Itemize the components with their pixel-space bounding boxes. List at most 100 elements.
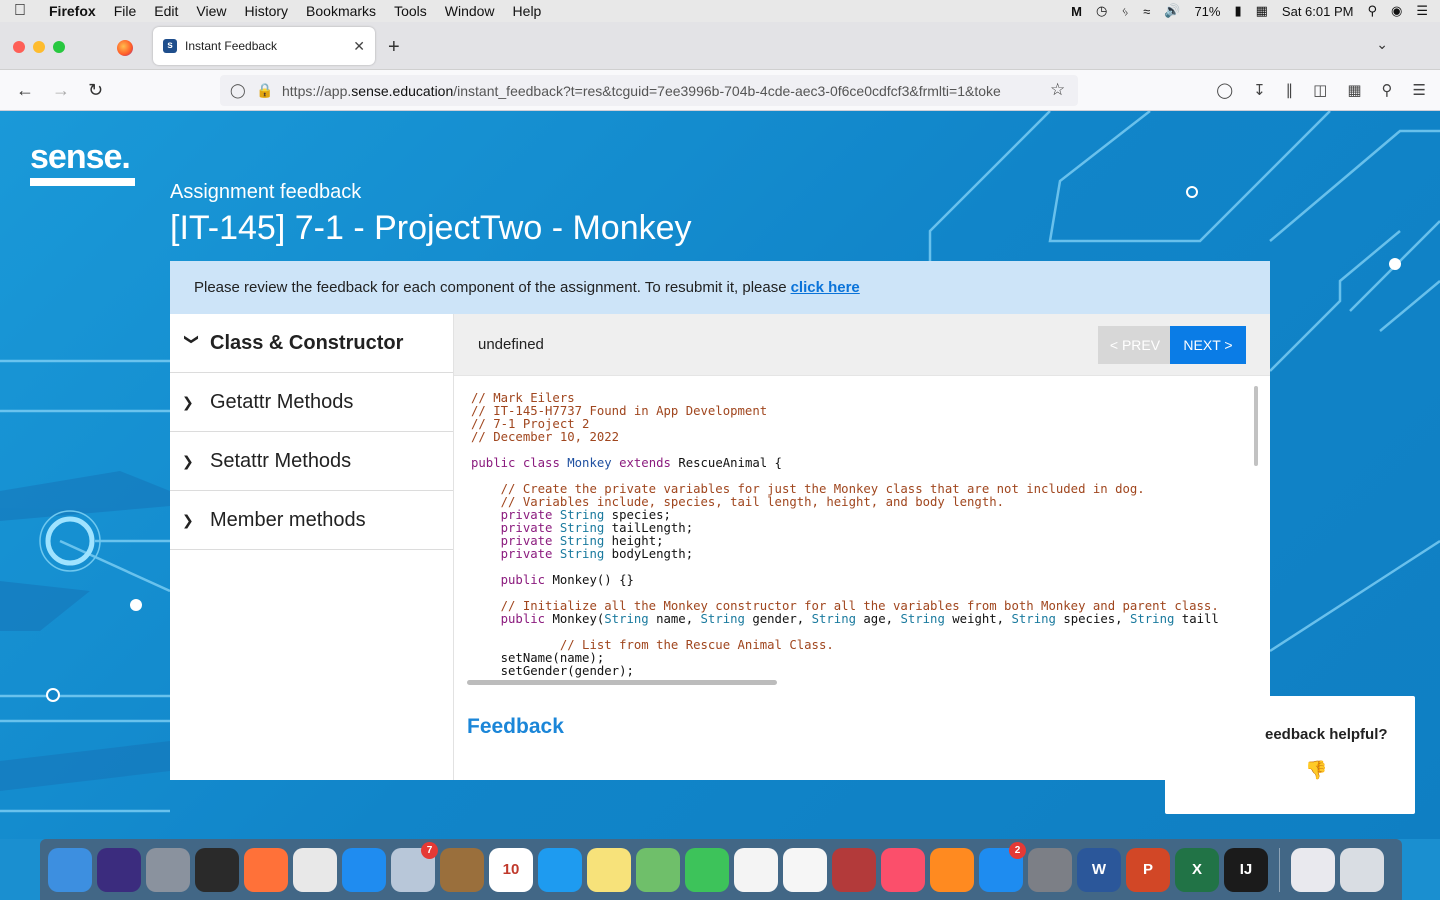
- url-prefix: https://app.: [282, 82, 352, 99]
- resubmit-link[interactable]: click here: [791, 279, 860, 296]
- menu-edit[interactable]: Edit: [145, 3, 187, 19]
- feedback-card: Please review the feedback for each comp…: [170, 261, 1270, 780]
- dock-app-store-icon[interactable]: 2: [979, 841, 1026, 892]
- dock-notes-icon[interactable]: [587, 847, 631, 892]
- chevron-right-icon: ❯: [182, 452, 194, 469]
- page-subtitle: Assignment feedback: [170, 181, 362, 203]
- code-line: // December 10, 2022: [471, 430, 620, 444]
- app-menu-icon[interactable]: ☰: [1413, 81, 1426, 99]
- dock-intellij-idea-icon[interactable]: IJ: [1224, 847, 1268, 892]
- address-bar[interactable]: ◯ 🔒 https://app. sense.education/instant_…: [220, 75, 1078, 106]
- library-icon[interactable]: ∥: [1286, 81, 1294, 99]
- dock-photos-icon[interactable]: [783, 847, 827, 892]
- sidebar-item-label: Getattr Methods: [210, 390, 354, 413]
- menu-firefox[interactable]: Firefox: [40, 3, 105, 19]
- menu-file[interactable]: File: [105, 3, 146, 19]
- sidebar-item-setattr-methods[interactable]: ❯ Setattr Methods: [170, 432, 453, 491]
- tab-instant-feedback[interactable]: s Instant Feedback ✕: [153, 27, 375, 65]
- dock-facetime-icon[interactable]: [685, 847, 729, 892]
- prev-button[interactable]: < PREV: [1098, 326, 1172, 364]
- dock-mail-icon[interactable]: 7: [391, 841, 438, 892]
- pocket-icon[interactable]: ◯: [1216, 81, 1233, 99]
- sidebar-icon[interactable]: ◫: [1313, 81, 1327, 99]
- dock-books-icon[interactable]: [930, 847, 974, 892]
- wifi-icon[interactable]: ≈: [1143, 4, 1150, 19]
- clock[interactable]: Sat 6:01 PM: [1282, 4, 1354, 19]
- bookmark-star-icon[interactable]: ☆: [1050, 80, 1065, 100]
- forward-icon[interactable]: →: [52, 80, 70, 101]
- panel-title: undefined: [478, 336, 544, 353]
- url-path: /instant_feedback?t=res&tcguid=7ee3996b-…: [453, 82, 1001, 99]
- downloads-icon[interactable]: ↧: [1253, 81, 1266, 99]
- control-center-icon[interactable]: ☰: [1416, 3, 1428, 19]
- dock-siri-icon[interactable]: [97, 847, 141, 892]
- menu-history[interactable]: History: [235, 3, 297, 19]
- apple-icon[interactable]: : [0, 2, 40, 20]
- reload-icon[interactable]: ↻: [88, 80, 103, 101]
- menu-window[interactable]: Window: [436, 3, 504, 19]
- search-extension-icon[interactable]: ⚲: [1382, 81, 1393, 99]
- spotlight-icon[interactable]: ⚲: [1367, 3, 1377, 19]
- menu-tools[interactable]: Tools: [385, 3, 436, 19]
- code-line: private String bodyLength;: [471, 547, 694, 561]
- code-vertical-scrollbar[interactable]: [1254, 386, 1258, 466]
- dock-powerpoint-icon[interactable]: P: [1126, 847, 1170, 892]
- sidebar-item-member-methods[interactable]: ❯ Member methods: [170, 491, 453, 550]
- dock-calendar-icon[interactable]: 10: [489, 847, 533, 892]
- back-icon[interactable]: ←: [16, 80, 34, 101]
- dock-firefox-icon[interactable]: [244, 847, 288, 892]
- bluetooth-icon[interactable]: ᛃ: [1121, 4, 1129, 19]
- dock-finder-icon[interactable]: [48, 847, 92, 892]
- code-line: public Monkey() {}: [471, 573, 634, 587]
- extension-icon[interactable]: ▦: [1347, 81, 1361, 99]
- helpful-widget: eedback helpful? 👎: [1165, 696, 1415, 814]
- sense-logo[interactable]: sense.: [30, 138, 135, 186]
- battery-icon[interactable]: ▮: [1234, 3, 1241, 19]
- dock-music-icon[interactable]: [881, 847, 925, 892]
- section-sidebar: ❯ Class & Constructor ❯ Getattr Methods …: [170, 314, 454, 780]
- firefox-view-icon[interactable]: [117, 40, 133, 56]
- dock-launchpad-icon[interactable]: [146, 847, 190, 892]
- menu-view[interactable]: View: [187, 3, 235, 19]
- dock-kaleidoscope-icon[interactable]: [195, 847, 239, 892]
- dock-messages-icon[interactable]: [538, 847, 582, 892]
- dock-notefile-icon[interactable]: [440, 847, 484, 892]
- time-machine-icon[interactable]: ◷: [1096, 3, 1107, 19]
- navigation-toolbar: ← → ↻ ◯ 🔒 https://app. sense.education/in…: [0, 70, 1440, 111]
- dock-reminders-icon[interactable]: [734, 847, 778, 892]
- user-icon[interactable]: ◉: [1391, 3, 1402, 19]
- code-horizontal-scrollbar[interactable]: [467, 680, 777, 685]
- sidebar-item-getattr-methods[interactable]: ❯ Getattr Methods: [170, 373, 453, 432]
- close-window-button[interactable]: [13, 41, 25, 53]
- malwarebytes-icon[interactable]: M: [1071, 4, 1082, 19]
- zoom-window-button[interactable]: [53, 41, 65, 53]
- notice-text: Please review the feedback for each comp…: [194, 279, 787, 296]
- lock-icon[interactable]: 🔒: [256, 82, 273, 99]
- tab-title: Instant Feedback: [185, 39, 278, 53]
- dock-chrome-icon[interactable]: [293, 847, 337, 892]
- dock-system-preferences-icon[interactable]: [1028, 847, 1072, 892]
- dock-word-icon[interactable]: W: [1077, 847, 1121, 892]
- thumbs-down-icon[interactable]: 👎: [1305, 760, 1327, 781]
- dock-maps-icon[interactable]: [636, 847, 680, 892]
- dock-safari-icon[interactable]: [342, 847, 386, 892]
- dock-photo-booth-icon[interactable]: [832, 847, 876, 892]
- tracking-shield-icon[interactable]: ◯: [230, 82, 246, 99]
- feedback-heading: Feedback: [467, 715, 564, 738]
- menu-help[interactable]: Help: [504, 3, 551, 19]
- next-button[interactable]: NEXT >: [1170, 326, 1246, 364]
- dock-downloads-icon[interactable]: [1291, 847, 1335, 892]
- new-tab-icon[interactable]: +: [388, 36, 400, 59]
- dock-excel-icon[interactable]: X: [1175, 847, 1219, 892]
- sidebar-item-class-constructor[interactable]: ❯ Class & Constructor: [170, 314, 453, 373]
- volume-icon[interactable]: 🔊: [1164, 3, 1180, 19]
- code-viewer[interactable]: // Mark Eilers// IT-145-H7737 Found in A…: [454, 375, 1270, 687]
- chevron-right-icon: ❯: [182, 511, 194, 528]
- menu-bookmarks[interactable]: Bookmarks: [297, 3, 385, 19]
- list-tabs-chevron-icon[interactable]: ⌄: [1376, 36, 1388, 53]
- dock-trash-icon[interactable]: [1340, 847, 1384, 892]
- minimize-window-button[interactable]: [33, 41, 45, 53]
- close-tab-icon[interactable]: ✕: [353, 38, 365, 55]
- input-source-icon[interactable]: ▦: [1256, 3, 1268, 19]
- code-line: public Monkey(String name, String gender…: [471, 612, 1219, 626]
